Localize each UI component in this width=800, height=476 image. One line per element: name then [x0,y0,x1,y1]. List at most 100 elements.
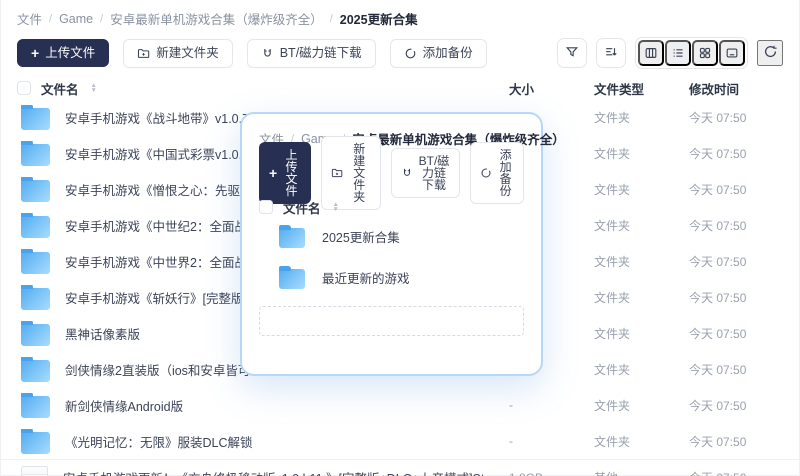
folder-plus-icon [331,167,343,179]
file-manager: 文件 / Game / 安卓最新单机游戏合集（爆炸级齐全） / 2025更新合集… [0,0,800,476]
column-name-label: 文件名 [41,82,79,97]
table-row[interactable]: 新剑侠情缘Android版 - 文件夹 今天 07:50 [1,387,799,423]
drop-zone[interactable] [259,306,524,336]
upload-file-label: 上传文件 [285,148,298,198]
popup-add-backup-button[interactable]: 添加备份 [470,142,524,204]
folder-icon [21,320,50,346]
breadcrumb-item-collection[interactable]: 安卓最新单机游戏合集（爆炸级齐全） [110,9,323,28]
plus-icon: + [269,165,278,181]
new-folder-label: 新建文件夹 [156,45,219,60]
bt-magnet-download-label: BT/磁力链下载 [418,154,450,192]
view-grid-icon[interactable] [692,40,718,66]
apk-file-icon [21,466,48,476]
popup-table-row[interactable]: 最近更新的游戏 [259,257,524,298]
circle-backup-icon [404,47,417,60]
new-folder-button[interactable]: 新建文件夹 [123,38,233,68]
file-modified: 今天 07:50 [689,469,789,476]
select-all-checkbox[interactable] [17,81,31,95]
file-size: - [509,398,513,412]
new-folder-label: 新建文件夹 [353,142,366,204]
column-type-label: 文件类型 [594,82,645,97]
popup-table-row[interactable]: 2025更新合集 [259,216,524,257]
file-modified: 今天 07:50 [689,146,747,161]
bt-magnet-download-label: BT/磁力链下载 [279,45,362,60]
view-compact-icon[interactable] [719,40,745,66]
file-size: 1.8GB [509,471,594,476]
file-type: 文件夹 [594,182,631,197]
file-modified: 今天 07:50 [689,362,747,377]
popup-bt-magnet-download-button[interactable]: BT/磁力链下载 [390,148,461,198]
column-modified-label: 修改时间 [689,82,740,97]
popup-toolbar: + 上传文件 新建文件夹 BT/磁力链下载 添加备份 [259,136,524,210]
column-sort-icon[interactable]: ▲ ▼ [333,201,339,213]
view-list-icon[interactable] [665,40,691,66]
refresh-button[interactable] [757,40,783,66]
folder-icon [21,392,50,418]
folder-preview-popup: 文件 / Game / 安卓最新单机游戏合集（爆炸级齐全） + 上传文件 新建文… [240,112,565,376]
file-name[interactable]: 《光明记忆：无限》服装DLC解锁 [65,432,253,451]
file-modified: 今天 07:50 [689,182,747,197]
magnet-icon [261,47,274,60]
file-modified: 今天 07:50 [689,290,747,305]
file-type: 文件夹 [594,398,631,413]
file-type: 文件夹 [594,326,631,341]
file-size: - [509,434,513,448]
table-row[interactable]: 安卓手机游戏更新！《方舟终极移动版v1.0 b11 》[完整版+DLC+上帝模式… [1,459,799,476]
file-type: 文件夹 [594,218,631,233]
file-name[interactable]: 2025更新合集 [322,227,400,246]
upload-file-label: 上传文件 [45,45,96,60]
breadcrumb-item-game[interactable]: Game [59,12,93,26]
popup-upload-file-button[interactable]: + 上传文件 [259,142,311,204]
file-type: 文件夹 [594,362,631,377]
breadcrumb-separator: / [100,12,104,25]
file-type: 文件夹 [594,110,631,125]
file-type: 其他 [594,469,689,476]
folder-icon [21,428,50,454]
add-backup-button[interactable]: 添加备份 [389,38,487,68]
bt-magnet-download-button[interactable]: BT/磁力链下载 [246,38,376,68]
popup-table-header: 文件名 ▲ ▼ [259,198,524,216]
file-type: 文件夹 [594,254,631,269]
add-backup-label: 添加备份 [499,148,512,198]
file-modified: 今天 07:50 [689,218,747,233]
folder-icon [21,248,50,274]
filter-funnel-icon [565,45,579,62]
folder-icon [21,284,50,310]
folder-icon [21,356,50,382]
file-name[interactable]: 黑神话像素版 [65,324,140,343]
upload-file-button[interactable]: + 上传文件 [17,38,110,68]
file-name[interactable]: 安卓手机游戏更新！《方舟终极移动版v1.0 b11 》[完整版+DLC+上帝模式… [63,468,509,476]
plus-icon: + [31,45,40,61]
file-type: 文件夹 [594,434,631,449]
file-modified: 今天 07:50 [689,110,747,125]
add-backup-label: 添加备份 [422,45,473,60]
breadcrumb-separator: / [49,12,53,25]
table-row[interactable]: 《光明记忆：无限》服装DLC解锁 - 文件夹 今天 07:50 [1,423,799,459]
file-name[interactable]: 新剑侠情缘Android版 [65,396,183,415]
file-modified: 今天 07:50 [689,398,747,413]
column-name-label: 文件名 [283,201,321,216]
view-mode-segment [635,37,748,69]
filter-button[interactable] [557,38,587,68]
popup-select-all-checkbox[interactable] [259,200,273,214]
breadcrumb-current: 2025更新合集 [339,13,418,27]
file-type: 文件夹 [594,146,631,161]
sort-button[interactable] [596,38,626,68]
breadcrumb: 文件 / Game / 安卓最新单机游戏合集（爆炸级齐全） / 2025更新合集 [1,0,799,32]
breadcrumb-item-files[interactable]: 文件 [17,9,42,28]
folder-plus-icon [137,47,150,60]
file-modified: 今天 07:50 [689,326,747,341]
folder-icon [279,265,305,289]
circle-backup-icon [480,167,492,179]
column-size-label: 大小 [509,82,535,97]
breadcrumb-separator: / [329,12,333,25]
column-sort-icon[interactable]: ▲ ▼ [91,82,97,94]
view-controls [557,37,783,69]
refresh-icon [763,44,778,62]
folder-icon [21,104,50,130]
folder-icon [21,140,50,166]
file-name[interactable]: 最近更新的游戏 [322,268,410,287]
toolbar: + 上传文件 新建文件夹 BT/磁力链下载 添加备份 [17,37,783,69]
table-header: 文件名 ▲ ▼ 大小 文件类型 修改时间 [1,77,799,99]
view-columns-icon[interactable] [638,40,664,66]
